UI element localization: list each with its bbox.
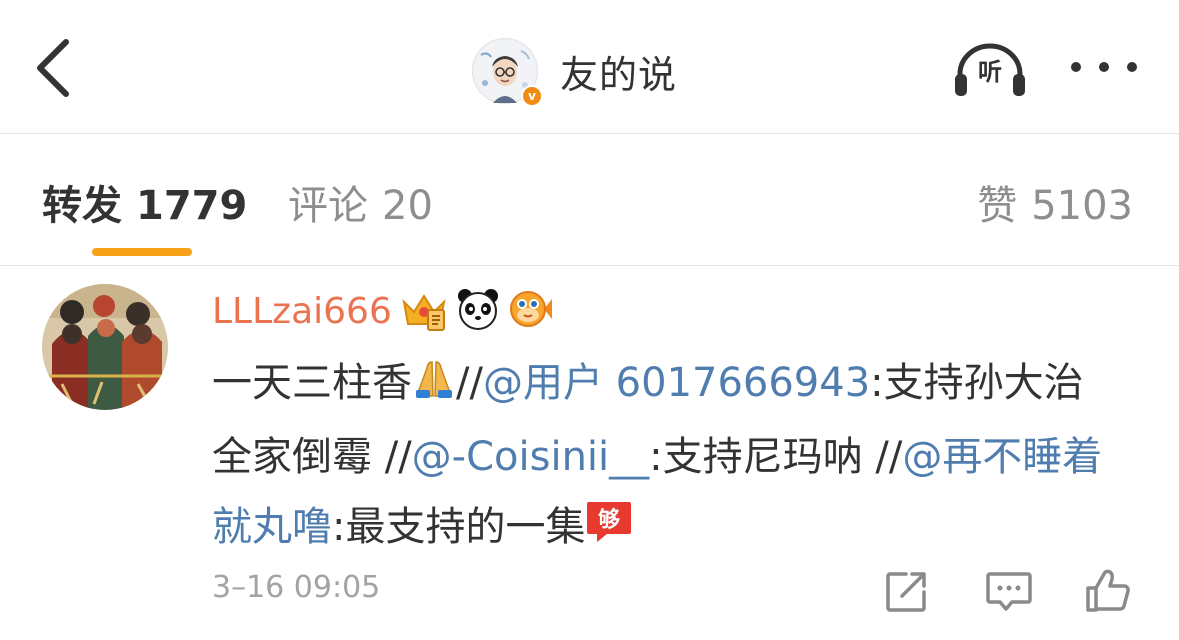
comment-icon	[986, 572, 1032, 611]
back-button[interactable]	[28, 34, 84, 102]
tab-likes[interactable]: 赞 5103	[977, 178, 1133, 234]
tab-reposts[interactable]: 转发 1779	[42, 178, 247, 234]
avatar[interactable]	[42, 284, 168, 410]
verified-badge: v	[521, 85, 543, 107]
crown-icon[interactable]	[400, 286, 448, 336]
mention-link[interactable]: @-Coisinii__	[412, 434, 649, 480]
content-text: :支持尼玛呐	[649, 434, 863, 480]
repost-button[interactable]	[882, 566, 932, 616]
page-title: 友的说	[560, 52, 678, 97]
gou-emoji: 够	[585, 496, 633, 566]
repost-list-screen: v 友的说 听 转发 1779 评论 20 赞 5103 LLLzai666 一…	[0, 0, 1179, 640]
like-button[interactable]	[1084, 566, 1134, 616]
listen-button[interactable]: 听	[950, 40, 1030, 100]
repost-separator: //	[862, 434, 903, 480]
repost-content: 一天三柱香//@用户 6017666943:支持孙大治全家倒霉 //@-Cois…	[212, 348, 1112, 566]
repost-separator: //	[456, 360, 483, 406]
tab-comments-label: 评论	[288, 183, 368, 229]
pufferfish-icon[interactable]	[508, 287, 554, 335]
active-tab-indicator	[92, 248, 192, 256]
more-dots-icon	[1071, 62, 1137, 72]
tab-reposts-count: 1779	[136, 183, 248, 229]
content-text: 一天三柱香	[212, 360, 412, 406]
more-button[interactable]	[1066, 52, 1142, 82]
avatar-image	[42, 284, 168, 410]
top-nav-bar: v 友的说 听	[0, 0, 1179, 134]
repost-separator: //	[372, 434, 412, 480]
pray-emoji	[412, 352, 456, 422]
tab-likes-label: 赞	[977, 183, 1018, 229]
username-link[interactable]: LLLzai666	[212, 291, 392, 332]
repost-icon	[886, 572, 926, 612]
timestamp: 3–16 09:05	[212, 570, 381, 605]
panda-icon[interactable]	[456, 287, 500, 335]
listen-label: 听	[978, 58, 1002, 86]
list-item: LLLzai666 一天三柱香 //@用户 6017666943:支持孙大治全家…	[0, 266, 1179, 640]
tab-likes-count: 5103	[1031, 183, 1133, 229]
nav-title-group[interactable]: v 友的说	[472, 36, 678, 107]
tab-comments[interactable]: 评论 20	[288, 178, 433, 234]
mention-link[interactable]: @用户 6017666943	[483, 360, 870, 406]
author-avatar[interactable]: v	[472, 38, 543, 107]
tab-reposts-label: 转发	[42, 183, 122, 229]
user-row: LLLzai666	[212, 286, 554, 336]
like-icon	[1086, 569, 1130, 612]
tab-comments-count: 20	[382, 183, 433, 229]
comment-button[interactable]	[984, 566, 1034, 616]
svg-text:够: 够	[598, 507, 620, 533]
tab-bar: 转发 1779 评论 20 赞 5103	[0, 134, 1179, 266]
chevron-left-icon	[37, 39, 69, 97]
content-text: :最支持的一集	[332, 504, 586, 550]
